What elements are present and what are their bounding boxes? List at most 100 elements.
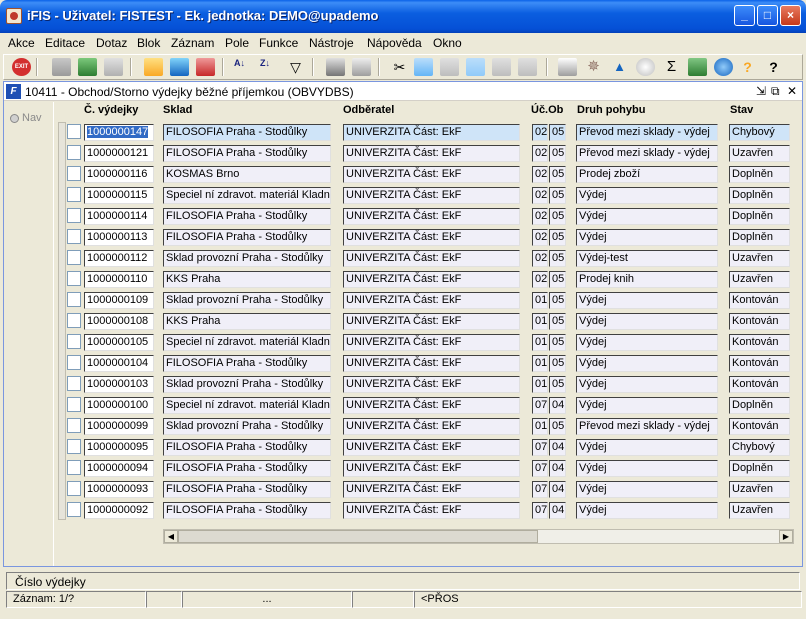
cell-stav[interactable]: Chybový [729, 439, 790, 456]
cell-druh[interactable]: Prodej zboží [576, 166, 718, 183]
cell-uc[interactable]: 02 [532, 208, 548, 225]
cell-sklad[interactable]: Sklad provozní Praha - Stodůlky [163, 292, 331, 309]
cell-druh[interactable]: Výdej [576, 334, 718, 351]
cell-cislo[interactable]: 1000000116 [84, 166, 154, 183]
row-checkbox[interactable] [67, 187, 81, 202]
cell-uc[interactable]: 01 [532, 355, 548, 372]
cell-cislo[interactable]: 1000000113 [84, 229, 154, 246]
cell-stav[interactable]: Kontován [729, 334, 790, 351]
cell-ob[interactable]: 05 [549, 145, 566, 162]
cell-stav[interactable]: Kontován [729, 292, 790, 309]
cell-uc[interactable]: 01 [532, 313, 548, 330]
cell-stav[interactable]: Doplněn [729, 397, 790, 414]
menu-napoveda[interactable]: Nápověda [367, 36, 422, 50]
cell-odberatel[interactable]: UNIVERZITA Část: EkF [343, 292, 520, 309]
cell-odberatel[interactable]: UNIVERZITA Část: EkF [343, 313, 520, 330]
cell-ob[interactable]: 05 [549, 313, 566, 330]
cell-druh[interactable]: Výdej [576, 313, 718, 330]
cell-stav[interactable]: Doplněn [729, 187, 790, 204]
row-checkbox[interactable] [67, 145, 81, 160]
cell-druh[interactable]: Výdej [576, 355, 718, 372]
menu-editace[interactable]: Editace [45, 36, 85, 50]
paste-icon[interactable] [440, 58, 459, 76]
insert-record-icon[interactable] [52, 58, 71, 76]
row-checkbox[interactable] [67, 376, 81, 391]
print-icon[interactable] [326, 58, 345, 76]
excel-icon[interactable] [688, 58, 707, 76]
cell-ob[interactable]: 05 [549, 187, 566, 204]
cell-druh[interactable]: Výdej [576, 208, 718, 225]
cell-cislo[interactable]: 1000000103 [84, 376, 154, 393]
cell-sklad[interactable]: Speciel ní zdravot. materiál Kladno [163, 187, 331, 204]
cell-uc[interactable]: 01 [532, 334, 548, 351]
row-checkbox[interactable] [67, 292, 81, 307]
cell-druh[interactable]: Výdej [576, 376, 718, 393]
cell-cislo[interactable]: 1000000092 [84, 502, 154, 519]
sort-asc-icon[interactable]: A↓ [234, 58, 253, 76]
horizontal-scrollbar[interactable]: ◀ ▶ [163, 529, 794, 544]
cell-odberatel[interactable]: UNIVERZITA Část: EkF [343, 250, 520, 267]
cell-sklad[interactable]: FILOSOFIA Praha - Stodůlky [163, 460, 331, 477]
row-checkbox[interactable] [67, 229, 81, 244]
cell-odberatel[interactable]: UNIVERZITA Část: EkF [343, 502, 520, 519]
cell-ob[interactable]: 05 [549, 208, 566, 225]
cell-sklad[interactable]: Speciel ní zdravot. materiál Kladno [163, 397, 331, 414]
row-checkbox[interactable] [67, 271, 81, 286]
menu-funkce[interactable]: Funkce [259, 36, 298, 50]
cell-ob[interactable]: 05 [549, 229, 566, 246]
cell-sklad[interactable]: FILOSOFIA Praha - Stodůlky [163, 481, 331, 498]
cell-sklad[interactable]: KOSMAS Brno [163, 166, 331, 183]
form-close-icon[interactable]: ✕ [787, 84, 797, 98]
cell-druh[interactable]: Převod mezi sklady - výdej [576, 145, 718, 162]
cell-cislo[interactable]: 1000000100 [84, 397, 154, 414]
cell-stav[interactable]: Uzavřen [729, 481, 790, 498]
calculator-icon[interactable] [558, 58, 577, 76]
menu-zaznam[interactable]: Záznam [171, 36, 214, 50]
cell-cislo[interactable]: 1000000109 [84, 292, 154, 309]
exit-icon[interactable]: EXIT [12, 58, 31, 76]
cell-sklad[interactable]: FILOSOFIA Praha - Stodůlky [163, 355, 331, 372]
cell-stav[interactable]: Uzavřen [729, 271, 790, 288]
web-icon[interactable] [714, 58, 733, 76]
cell-uc[interactable]: 07 [532, 502, 548, 519]
row-checkbox[interactable] [67, 313, 81, 328]
execute-query-icon[interactable] [170, 58, 189, 76]
cell-stav[interactable]: Kontován [729, 418, 790, 435]
cell-cislo[interactable]: 1000000115 [84, 187, 154, 204]
cut-icon[interactable]: ✂ [390, 58, 409, 76]
cell-druh[interactable]: Výdej [576, 439, 718, 456]
cell-odberatel[interactable]: UNIVERZITA Část: EkF [343, 418, 520, 435]
row-checkbox[interactable] [67, 334, 81, 349]
cell-stav[interactable]: Kontován [729, 355, 790, 372]
help-icon[interactable]: ? [764, 58, 783, 76]
cell-cislo[interactable]: 1000000095 [84, 439, 154, 456]
menu-pole[interactable]: Pole [225, 36, 249, 50]
cell-ob[interactable]: 04 [549, 397, 566, 414]
cell-cislo[interactable]: 1000000104 [84, 355, 154, 372]
cell-ob[interactable]: 05 [549, 250, 566, 267]
row-checkbox[interactable] [67, 355, 81, 370]
cell-ob[interactable]: 05 [549, 334, 566, 351]
row-checkbox[interactable] [67, 439, 81, 454]
cell-odberatel[interactable]: UNIVERZITA Část: EkF [343, 145, 520, 162]
row-checkbox[interactable] [67, 481, 81, 496]
list-icon[interactable] [492, 58, 511, 76]
cell-odberatel[interactable]: UNIVERZITA Část: EkF [343, 481, 520, 498]
scroll-thumb[interactable] [178, 530, 538, 543]
cell-odberatel[interactable]: UNIVERZITA Část: EkF [343, 208, 520, 225]
cell-odberatel[interactable]: UNIVERZITA Část: EkF [343, 271, 520, 288]
cell-cislo[interactable]: 1000000099 [84, 418, 154, 435]
cell-stav[interactable]: Uzavřen [729, 502, 790, 519]
cell-uc[interactable]: 01 [532, 376, 548, 393]
cell-stav[interactable]: Uzavřen [729, 250, 790, 267]
cell-sklad[interactable]: Speciel ní zdravot. materiál Kladno [163, 334, 331, 351]
cell-sklad[interactable]: KKS Praha [163, 313, 331, 330]
cell-uc[interactable]: 02 [532, 166, 548, 183]
query-icon[interactable] [144, 58, 163, 76]
cell-cislo[interactable]: 1000000114 [84, 208, 154, 225]
cell-cislo[interactable]: 1000000112 [84, 250, 154, 267]
filter-icon[interactable]: ▽ [286, 58, 305, 76]
sum-icon[interactable]: Σ [662, 58, 681, 76]
cell-ob[interactable]: 04 [549, 439, 566, 456]
cell-uc[interactable]: 02 [532, 250, 548, 267]
